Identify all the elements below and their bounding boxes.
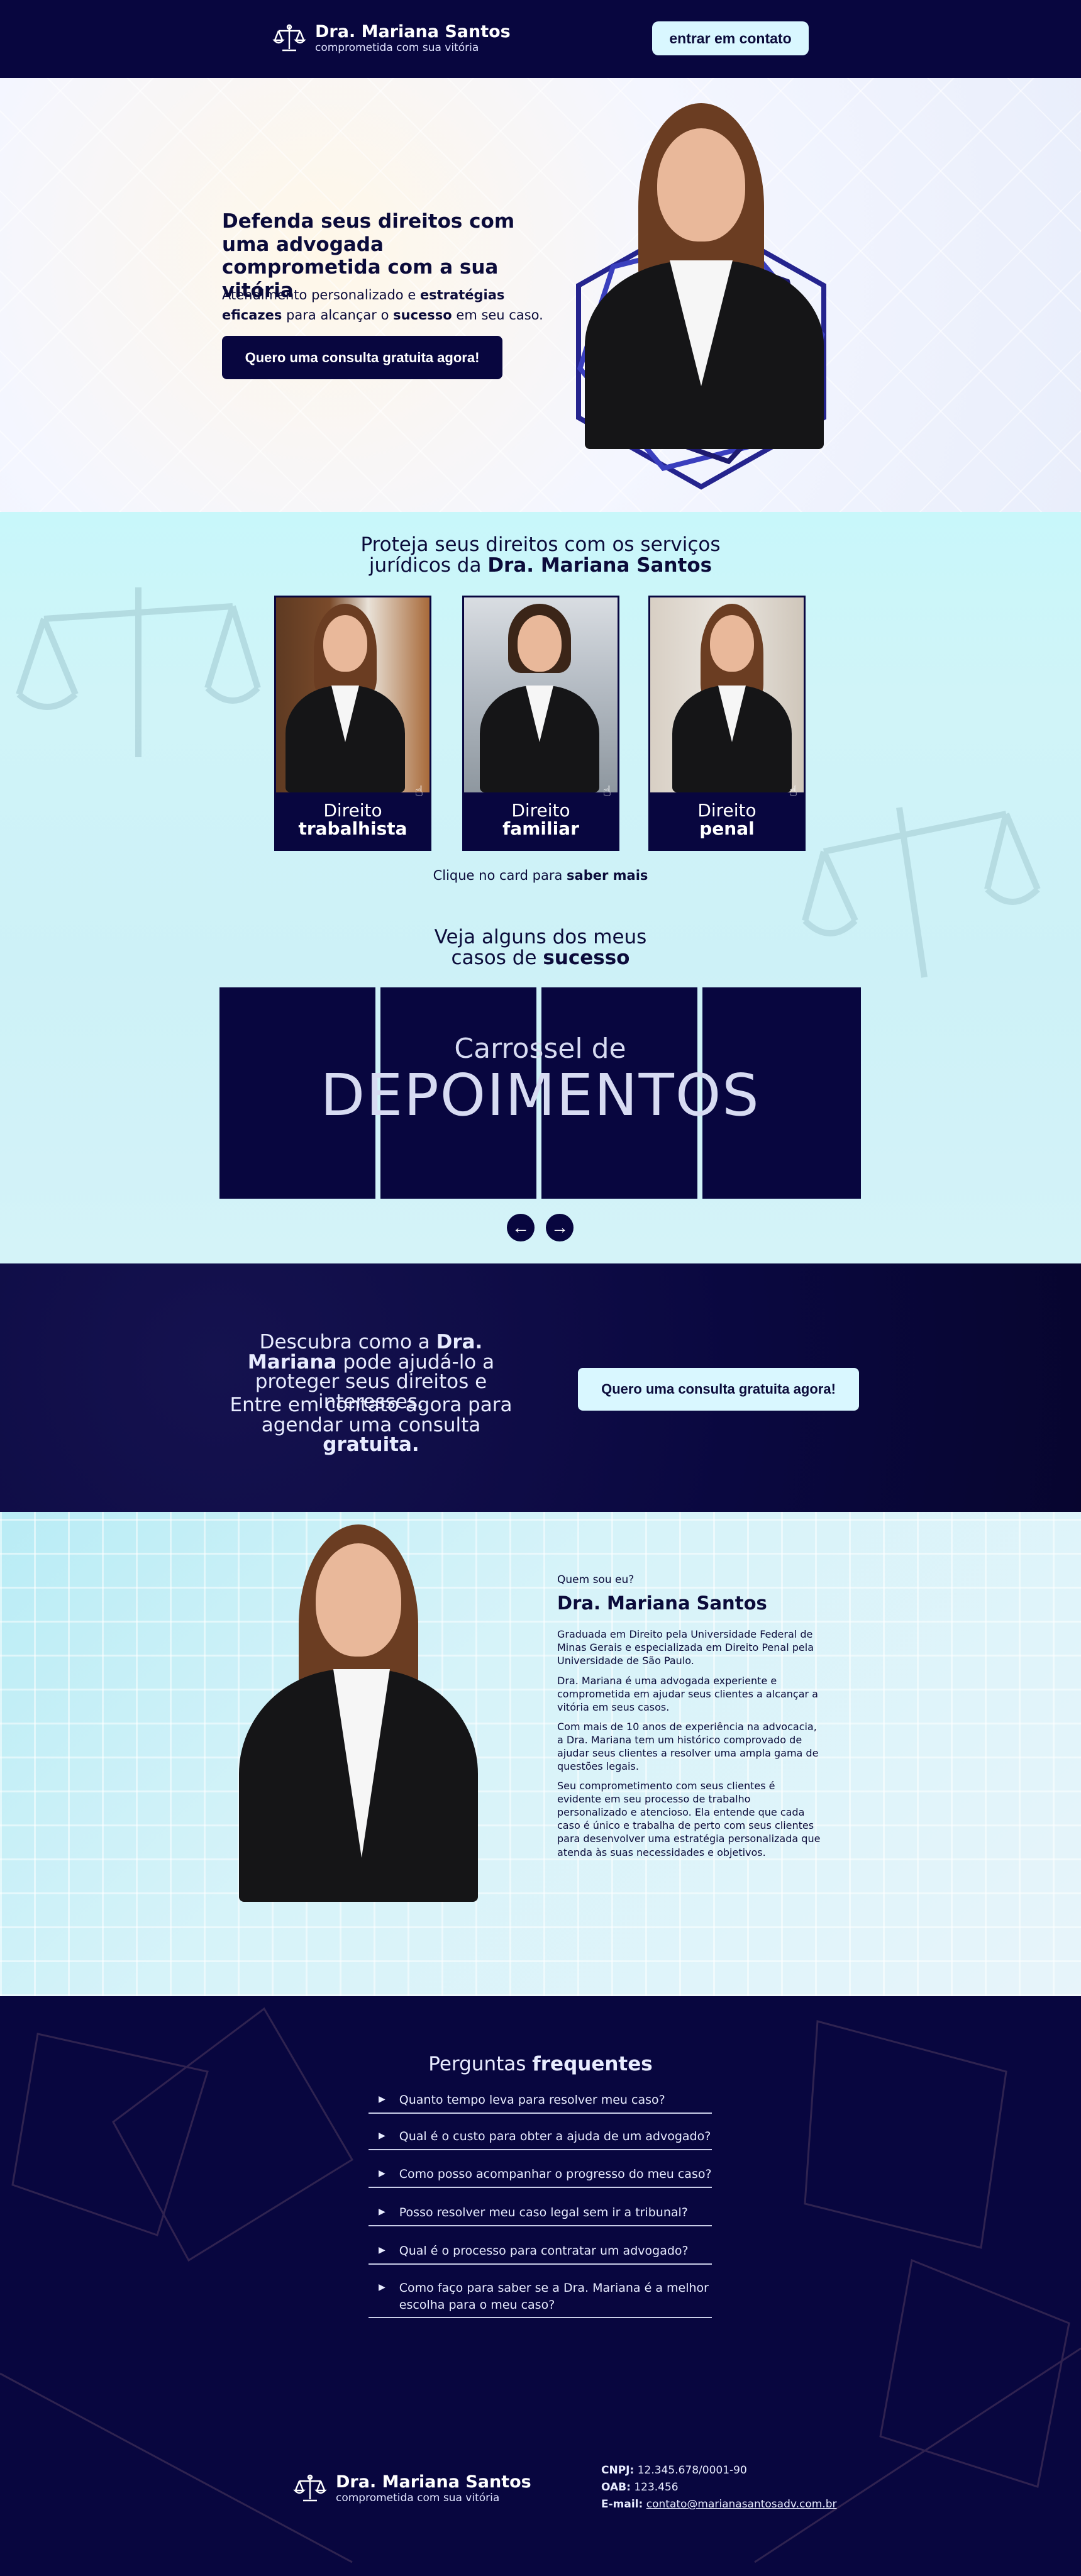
cta-text-2: Entre em contato agora para agendar uma … [230,1394,513,1457]
card-photo [276,597,430,792]
hero-section: Defenda seus direitos com uma advogada c… [0,78,1081,512]
triangle-right-icon: ▶ [379,2282,385,2292]
contact-button[interactable]: entrar em contato [652,21,809,55]
faq-item[interactable]: ▶ Qual é o processo para contratar um adv… [369,2243,712,2265]
click-hand-icon: ☝ [789,784,797,799]
service-card-trabalhista[interactable]: Direito trabalhista ☝ [274,596,431,851]
hero-cta-button[interactable]: Quero uma consulta gratuita agora! [222,336,502,379]
click-hand-icon: ☝ [414,784,423,799]
cta-section: Descubra como a Dra. Mariana pode ajudá-… [0,1263,1081,1512]
about-name: Dra. Mariana Santos [557,1592,767,1614]
service-card-familiar[interactable]: Direito familiar ☝ [462,596,619,851]
brand-logo[interactable]: Dra. Mariana Santos comprometida com sua… [272,21,511,55]
triangle-right-icon: ▶ [379,2168,385,2179]
card-photo [650,597,804,792]
card-label: Direito trabalhista [298,800,407,840]
card-label: Direito familiar [502,800,579,840]
triangle-right-icon: ▶ [379,2245,385,2255]
email-link[interactable]: contato@marianasantosadv.com.br [646,2498,837,2511]
about-paragraph: Graduada em Direito pela Universidade Fe… [557,1628,814,1667]
testimonials-title: Veja alguns dos meus casos de sucesso [434,926,647,969]
faq-item[interactable]: ▶ Como posso acompanhar o progresso do me… [369,2166,712,2188]
about-paragraph: Com mais de 10 anos de experiência na ad… [557,1721,819,1773]
site-header: Dra. Mariana Santos comprometida com sua… [0,0,1081,78]
scales-of-justice-icon [293,2474,327,2502]
about-section [0,1512,1081,1996]
footer-brand-tagline: comprometida com sua vitória [336,2491,500,2504]
about-eyebrow: Quem sou eu? [557,1574,635,1586]
card-hint: Clique no card para saber mais [433,868,648,883]
scales-watermark-decoration [16,587,261,757]
carousel-caption-small: Carrossel de [454,1033,626,1065]
lawyer-portrait-about [239,1524,491,1914]
brand-name: Dra. Mariana Santos [315,21,511,42]
triangle-right-icon: ▶ [379,2131,385,2141]
brand-tagline: comprometida com sua vitória [315,41,479,54]
services-title: Proteja seus direitos com os serviços ju… [360,533,721,577]
triangle-right-icon: ▶ [379,2207,385,2217]
click-hand-icon: ☝ [602,784,611,799]
faq-item[interactable]: ▶ Qual é o custo para obter a ajuda de um… [369,2128,712,2150]
card-photo [464,597,618,792]
card-label: Direito penal [697,800,757,840]
about-paragraph: Dra. Mariana é uma advogada experiente e… [557,1675,818,1714]
footer-oab: OAB: 123.456 [601,2481,679,2494]
scales-of-justice-icon [272,24,306,52]
faq-item[interactable]: ▶ Posso resolver meu caso legal sem ir a … [369,2204,712,2226]
faq-section: Perguntas frequentes ▶ Quanto tempo leva … [0,1996,1081,2576]
lawyer-portrait-hero [572,103,836,455]
arrow-left-icon[interactable]: ← [507,1214,535,1241]
faq-item[interactable]: ▶ Quanto tempo leva para resolver meu cas… [369,2092,712,2114]
triangle-right-icon: ▶ [379,2094,385,2104]
service-card-penal[interactable]: Direito penal ☝ [648,596,806,851]
cta-button[interactable]: Quero uma consulta gratuita agora! [578,1368,859,1411]
hero-subtitle: Atendimento personalizado e estratégias … [222,287,543,323]
footer-email: E-mail: contato@marianasantosadv.com.br [601,2498,837,2511]
faq-title: Perguntas frequentes [428,2053,653,2075]
about-paragraph: Seu comprometimento com seus clientes é … [557,1780,821,1858]
footer-cnpj: CNPJ: 12.345.678/0001-90 [601,2464,747,2477]
faq-item[interactable]: ▶ Como faço para saber se a Dra. Mariana … [369,2280,712,2319]
footer-brand-logo[interactable]: Dra. Mariana Santos comprometida com sua… [293,2472,531,2506]
testimonials-carousel[interactable]: Carrossel de DEPOIMENTOS [219,987,861,1199]
arrow-right-icon[interactable]: → [546,1214,574,1241]
footer-brand-name: Dra. Mariana Santos [336,2472,531,2492]
carousel-caption-big: DEPOIMENTOS [320,1062,760,1129]
